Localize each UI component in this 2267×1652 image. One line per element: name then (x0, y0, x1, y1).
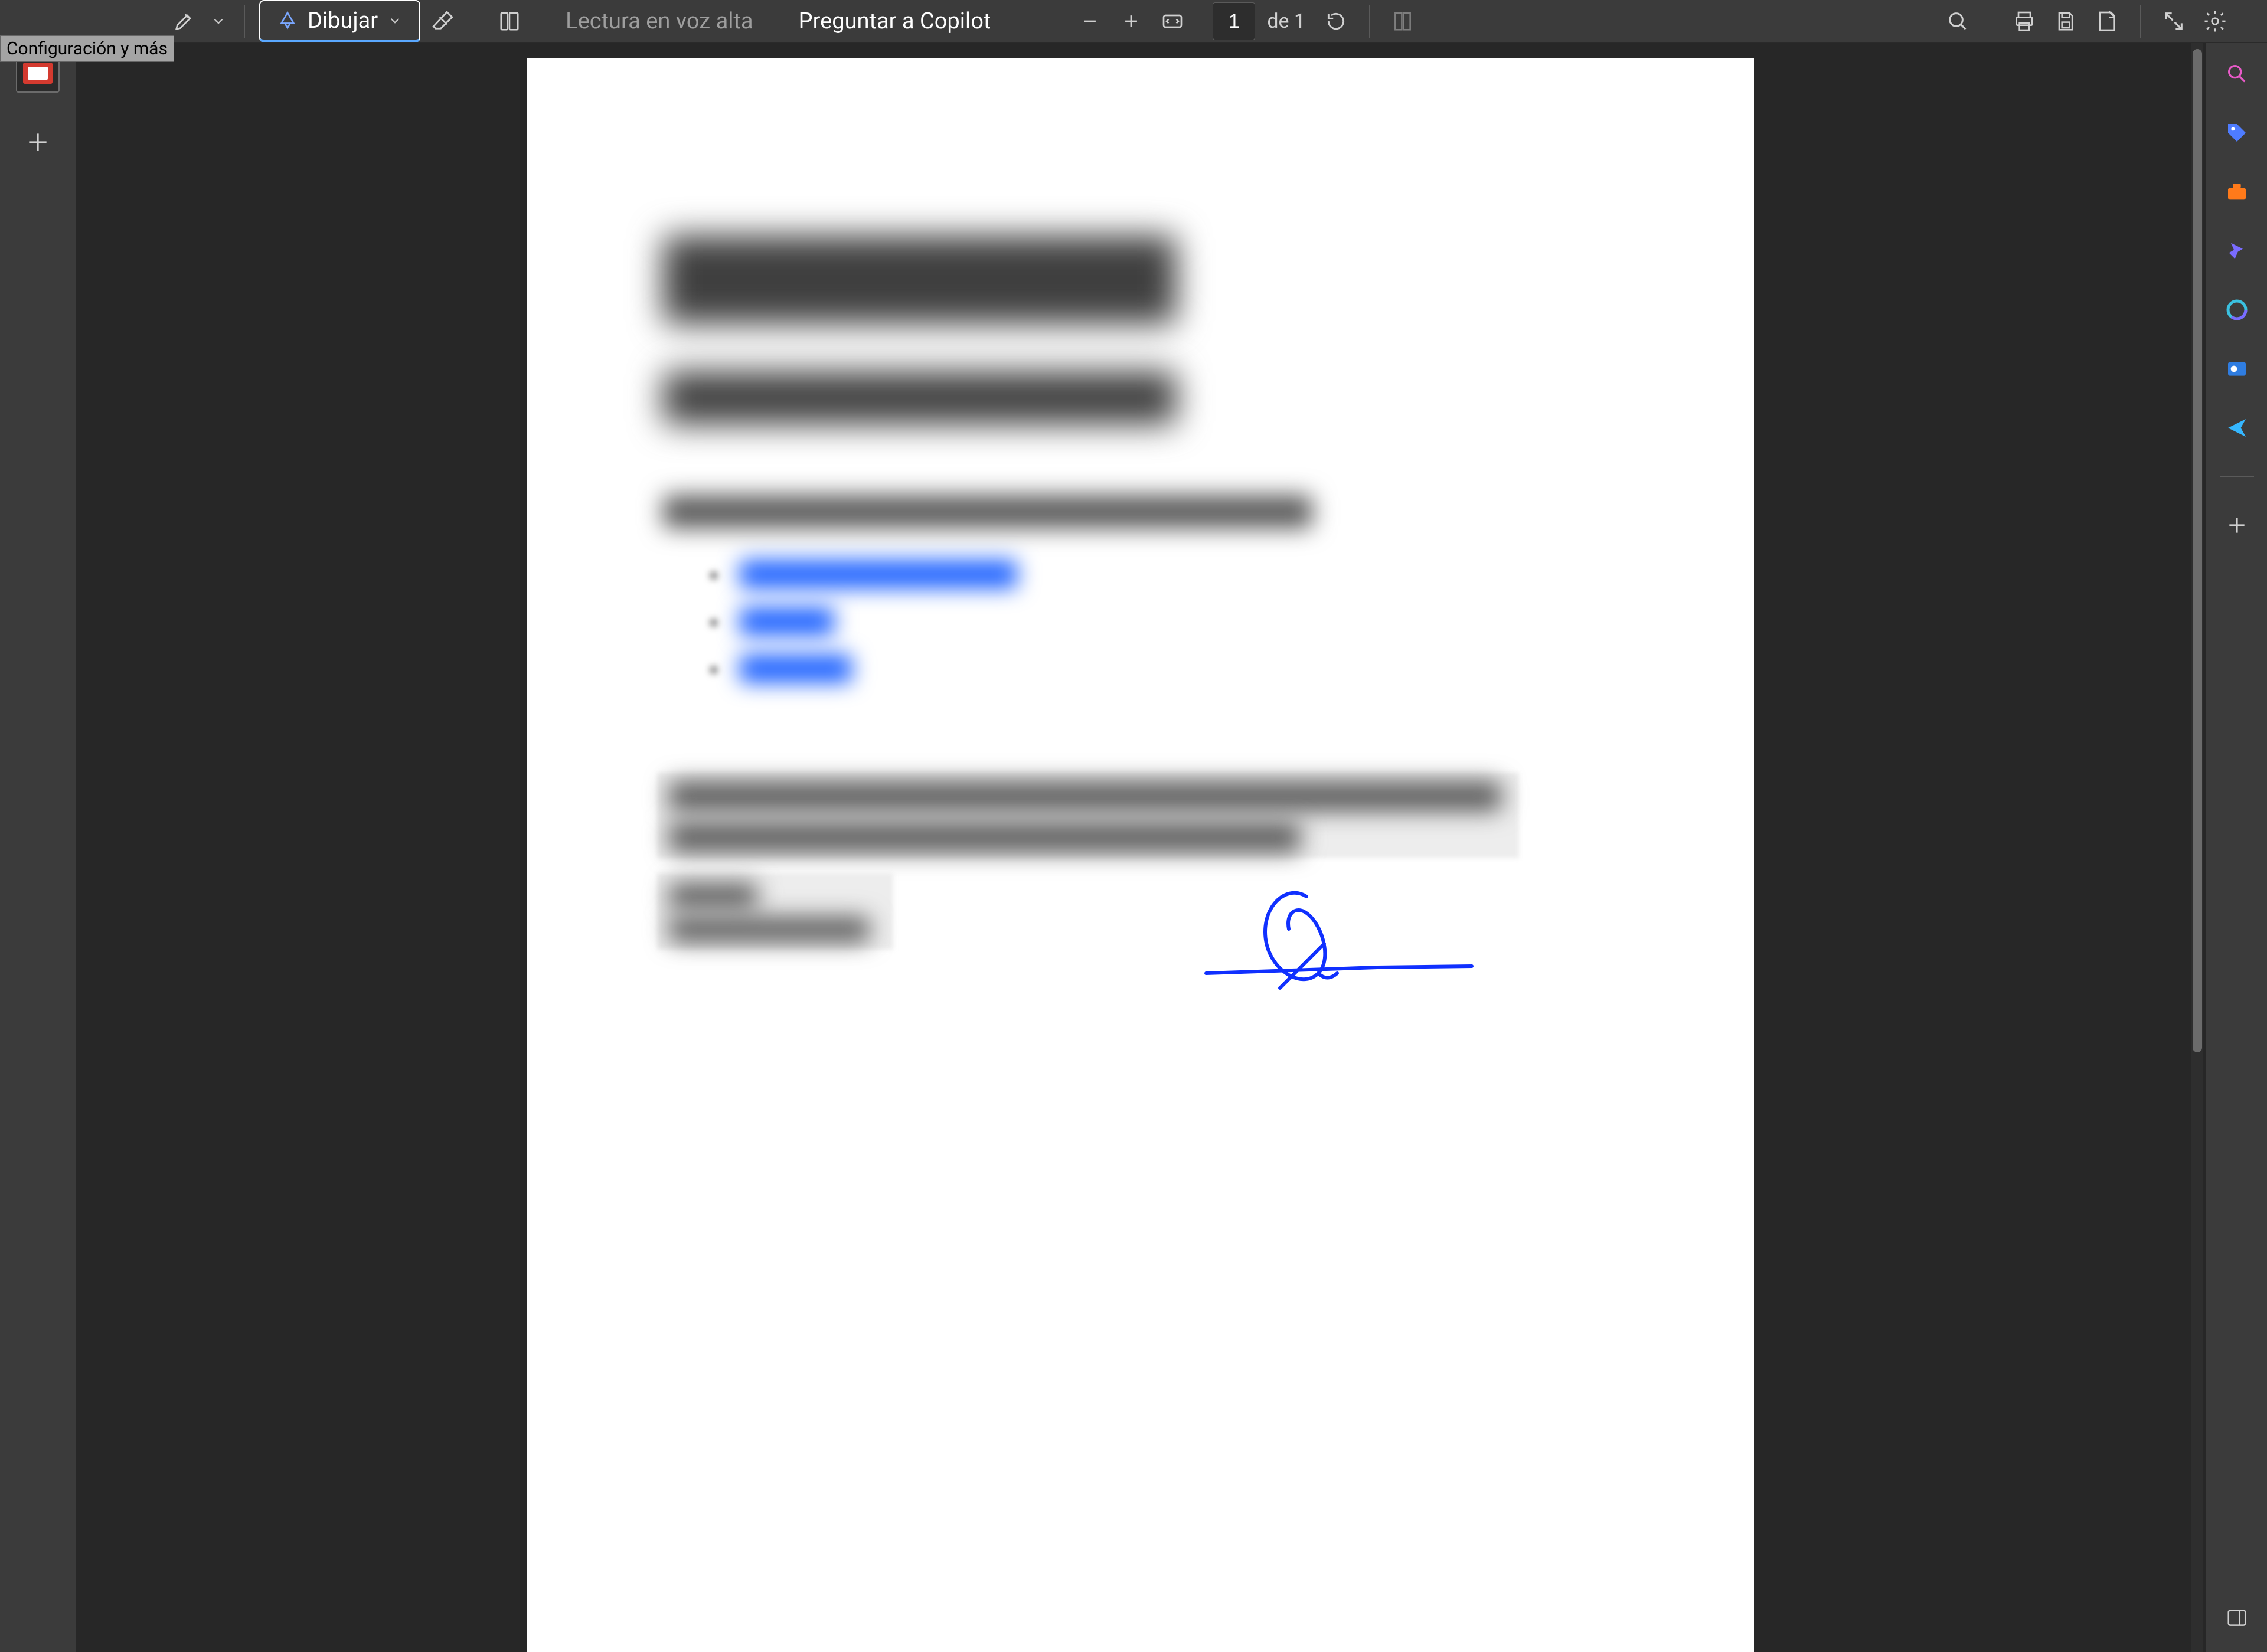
image-creator-icon[interactable] (2218, 232, 2256, 270)
pdf-page-1 (527, 58, 1754, 1652)
browser-side-rail (2206, 43, 2267, 1652)
separator (1369, 5, 1370, 38)
fullscreen-button[interactable] (2155, 2, 2193, 40)
search-toolbar-button[interactable] (1939, 2, 1977, 40)
separator (244, 5, 245, 38)
send-icon[interactable] (2218, 409, 2256, 447)
blurred-link-1 (740, 560, 1017, 588)
collapse-sidebar-button[interactable] (2218, 1599, 2256, 1637)
bullet-icon (710, 666, 717, 673)
document-viewport[interactable] (76, 43, 2206, 1652)
draw-button[interactable]: Dibujar (259, 0, 420, 42)
new-tab-button[interactable] (12, 116, 64, 168)
print-button[interactable] (2005, 2, 2043, 40)
vertical-tab-rail (0, 43, 76, 1652)
rotate-button[interactable] (1317, 2, 1355, 40)
pdf-toolbar: Configuración y más Dibujar Lectura en v… (0, 0, 2267, 43)
blurred-name (669, 884, 757, 908)
vertical-scrollbar[interactable] (2191, 43, 2203, 1652)
save-button[interactable] (2047, 2, 2085, 40)
zoom-out-button[interactable] (1071, 2, 1109, 40)
erase-button[interactable] (424, 2, 462, 40)
settings-button[interactable] (2196, 2, 2234, 40)
tools-icon[interactable] (2218, 173, 2256, 211)
bullet-icon (710, 572, 717, 579)
blurred-subtitle (663, 371, 1177, 424)
shopping-tag-icon[interactable] (2218, 114, 2256, 152)
copilot-icon[interactable] (2218, 291, 2256, 329)
blurred-link-3 (740, 655, 852, 683)
blurred-body-line (663, 495, 1312, 528)
blurred-paragraph-l2 (669, 823, 1301, 852)
signature-drawing (1200, 879, 1478, 1003)
toc-button[interactable] (491, 2, 528, 40)
search-sidebar-icon[interactable] (2218, 55, 2256, 93)
highlight-button[interactable] (165, 2, 203, 40)
separator (2220, 476, 2254, 477)
outlook-icon[interactable] (2218, 350, 2256, 388)
bullet-icon (710, 619, 717, 626)
scrollbar-thumb[interactable] (2193, 49, 2202, 1052)
pdf-icon (23, 63, 53, 84)
separator (2140, 5, 2141, 38)
blurred-title (663, 235, 1177, 324)
page-total-label: de 1 (1267, 9, 1305, 33)
config-tooltip: Configuración y más (0, 35, 174, 62)
blurred-role (669, 917, 870, 942)
zoom-in-button[interactable] (1112, 2, 1150, 40)
draw-label: Dibujar (308, 8, 378, 34)
highlight-chevron-icon[interactable] (207, 14, 230, 29)
page-number-input[interactable] (1213, 2, 1255, 40)
page-view-button[interactable] (1384, 2, 1422, 40)
save-as-button[interactable] (2088, 2, 2126, 40)
add-sidebar-button[interactable] (2218, 506, 2256, 544)
read-aloud-button[interactable]: Lectura en voz alta (557, 8, 761, 34)
blurred-paragraph-l1 (669, 781, 1501, 811)
fit-page-button[interactable] (1154, 2, 1191, 40)
ask-copilot-button[interactable]: Preguntar a Copilot (790, 8, 999, 34)
blurred-link-2 (740, 607, 834, 636)
